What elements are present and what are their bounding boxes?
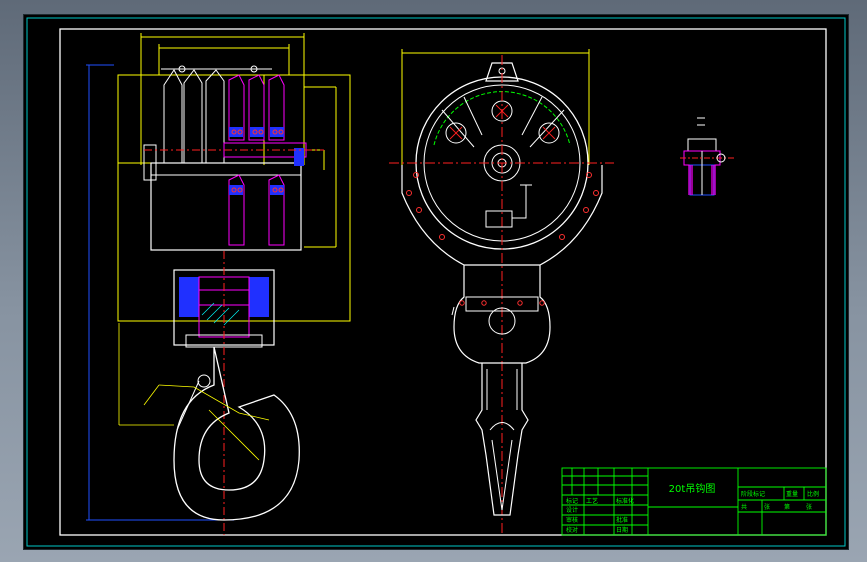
label-date: 日期: [616, 526, 628, 534]
label-review: 审核: [566, 516, 578, 524]
label-total: 共: [741, 503, 747, 511]
drawing-title: 20t吊钩图: [669, 483, 716, 495]
label-process: 工艺: [586, 497, 598, 505]
label-proofread: 校对: [566, 526, 578, 534]
label-sheets-2: 张: [806, 503, 812, 511]
label-scale: 比例: [807, 490, 819, 498]
label-number: 第: [784, 503, 790, 511]
drawing-frame: [59, 28, 827, 536]
label-standardization: 标准化: [616, 497, 634, 505]
side-view: [86, 33, 351, 535]
title-block: [561, 467, 827, 536]
detail-view: [680, 117, 736, 196]
label-approval: 批准: [616, 516, 628, 524]
label-weight: 重量: [786, 490, 798, 498]
front-view: [389, 49, 614, 535]
title-block-text: 20t吊钩图 标记 设计 审核 校对 工艺 标准化 批准 日期 阶段标记 重量 …: [566, 483, 819, 534]
label-marking: 标记: [566, 497, 578, 505]
label-stage-mark: 阶段标记: [741, 490, 765, 498]
cad-viewport[interactable]: 20t吊钩图 标记 设计 审核 校对 工艺 标准化 批准 日期 阶段标记 重量 …: [23, 14, 849, 550]
label-sheets-1: 张: [764, 503, 770, 511]
hook-assembly-drawing: 20t吊钩图 标记 设计 审核 校对 工艺 标准化 批准 日期 阶段标记 重量 …: [26, 17, 846, 547]
sheet-border: [26, 17, 846, 547]
label-design: 设计: [566, 506, 578, 514]
